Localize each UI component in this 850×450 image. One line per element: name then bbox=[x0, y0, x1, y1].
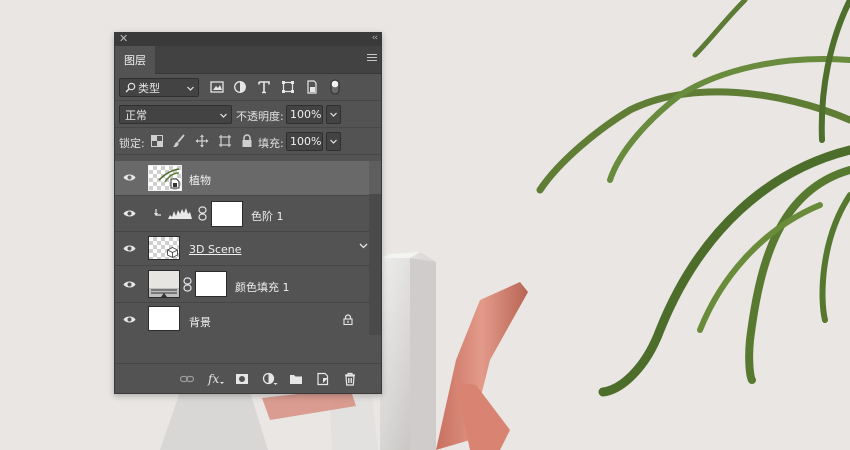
expand-effects-chevron-icon[interactable] bbox=[359, 241, 368, 250]
layer-row-plant[interactable]: 植物 bbox=[115, 161, 369, 196]
blend-row: 正常 不透明度: 100% bbox=[115, 101, 381, 128]
delete-layer-trash-icon[interactable] bbox=[343, 372, 357, 386]
chevron-down-icon bbox=[187, 86, 194, 91]
visibility-eye-icon[interactable] bbox=[123, 280, 136, 289]
new-layer-icon[interactable] bbox=[316, 372, 330, 386]
layer-name: 颜色填充 1 bbox=[235, 281, 290, 294]
lock-all-icon[interactable] bbox=[240, 134, 254, 148]
svg-text:fx: fx bbox=[207, 372, 219, 386]
layers-panel: ✕ ‹‹ 图层 类型 正常 不透明度: 100% 锁定: 填充: 100% 植物… bbox=[114, 32, 382, 394]
layers-list: 植物 色阶 1 3D Scene 颜色填充 1 背景 bbox=[115, 161, 369, 336]
visibility-eye-icon[interactable] bbox=[123, 244, 136, 253]
blend-mode-value: 正常 bbox=[125, 108, 147, 122]
filter-row: 类型 bbox=[115, 74, 381, 101]
layers-panel-footer: fx bbox=[115, 363, 381, 393]
layer-mask-thumbnail bbox=[195, 271, 227, 297]
lock-artboard-icon[interactable] bbox=[218, 134, 232, 148]
lock-transparent-pixels-icon[interactable] bbox=[151, 135, 163, 147]
smart-object-filter-icon[interactable] bbox=[305, 80, 319, 94]
collapse-icon[interactable]: ‹‹ bbox=[372, 32, 378, 45]
plant bbox=[536, 0, 850, 397]
link-layers-icon[interactable] bbox=[180, 372, 194, 386]
layer-thumbnail bbox=[148, 236, 180, 260]
opacity-label: 不透明度: bbox=[236, 110, 284, 123]
chevron-down-icon bbox=[330, 139, 337, 144]
adjustment-layer-filter-icon[interactable] bbox=[233, 80, 247, 94]
scrollbar-thumb[interactable] bbox=[369, 161, 381, 194]
solid-color-thumbnail bbox=[148, 270, 180, 298]
visibility-eye-icon[interactable] bbox=[123, 315, 136, 324]
fill-dropdown-button[interactable] bbox=[326, 132, 341, 151]
lock-label: 锁定: bbox=[119, 137, 145, 150]
layer-name: 色阶 1 bbox=[251, 210, 284, 223]
layer-row-color-fill[interactable]: 颜色填充 1 bbox=[115, 266, 369, 303]
lock-image-pixels-icon[interactable] bbox=[172, 134, 186, 148]
lock-icon bbox=[343, 314, 353, 325]
filter-type-dropdown[interactable]: 类型 bbox=[119, 78, 199, 97]
close-icon[interactable]: ✕ bbox=[119, 32, 128, 45]
opacity-input[interactable]: 100% bbox=[286, 105, 323, 124]
fx-layer-style-icon[interactable]: fx bbox=[207, 372, 225, 386]
visibility-eye-icon[interactable] bbox=[123, 173, 136, 182]
fill-input[interactable]: 100% bbox=[286, 132, 323, 151]
layers-scrollbar[interactable] bbox=[369, 161, 381, 335]
chevron-down-icon bbox=[330, 112, 337, 117]
layer-row-levels[interactable]: 色阶 1 bbox=[115, 196, 369, 232]
layer-thumbnail bbox=[148, 165, 182, 191]
new-group-folder-icon[interactable] bbox=[289, 372, 303, 386]
pixel-layer-filter-icon[interactable] bbox=[210, 80, 224, 94]
opacity-dropdown-button[interactable] bbox=[326, 105, 341, 124]
layer-row-3d-scene[interactable]: 3D Scene bbox=[115, 232, 369, 266]
blend-mode-dropdown[interactable]: 正常 bbox=[119, 105, 232, 124]
layer-name: 背景 bbox=[189, 316, 211, 329]
lock-position-icon[interactable] bbox=[195, 134, 209, 148]
clipping-mask-arrow-icon bbox=[154, 209, 161, 216]
tab-layers[interactable]: 图层 bbox=[115, 46, 155, 74]
chevron-down-icon bbox=[220, 113, 227, 118]
filter-type-value: 类型 bbox=[138, 81, 160, 95]
type-layer-filter-icon[interactable] bbox=[257, 80, 271, 94]
link-chain-icon[interactable] bbox=[198, 206, 207, 221]
layer-name: 3D Scene bbox=[189, 243, 242, 256]
panel-menu-icon[interactable] bbox=[367, 54, 377, 64]
new-adjustment-layer-icon[interactable] bbox=[262, 372, 278, 386]
visibility-eye-icon[interactable] bbox=[123, 209, 136, 218]
panel-titlebar: ✕ ‹‹ bbox=[115, 32, 381, 46]
smart-object-badge-icon bbox=[170, 178, 180, 189]
shape-layer-filter-icon[interactable] bbox=[281, 80, 295, 94]
levels-histogram-icon bbox=[168, 208, 192, 219]
layer-mask-thumbnail bbox=[211, 201, 243, 227]
fill-label: 填充: bbox=[258, 137, 284, 150]
link-chain-icon[interactable] bbox=[183, 277, 192, 292]
layer-name: 植物 bbox=[189, 174, 211, 187]
add-layer-mask-icon[interactable] bbox=[235, 372, 249, 386]
lock-row: 锁定: 填充: 100% bbox=[115, 128, 381, 155]
layer-thumbnail bbox=[148, 306, 180, 331]
search-icon bbox=[125, 82, 136, 93]
panel-tab-row: 图层 bbox=[115, 46, 381, 74]
filter-toggle-icon[interactable] bbox=[329, 78, 341, 96]
layer-row-background[interactable]: 背景 bbox=[115, 303, 369, 336]
3d-cube-badge-icon bbox=[167, 247, 178, 258]
fill-indicator-icon bbox=[149, 288, 179, 297]
